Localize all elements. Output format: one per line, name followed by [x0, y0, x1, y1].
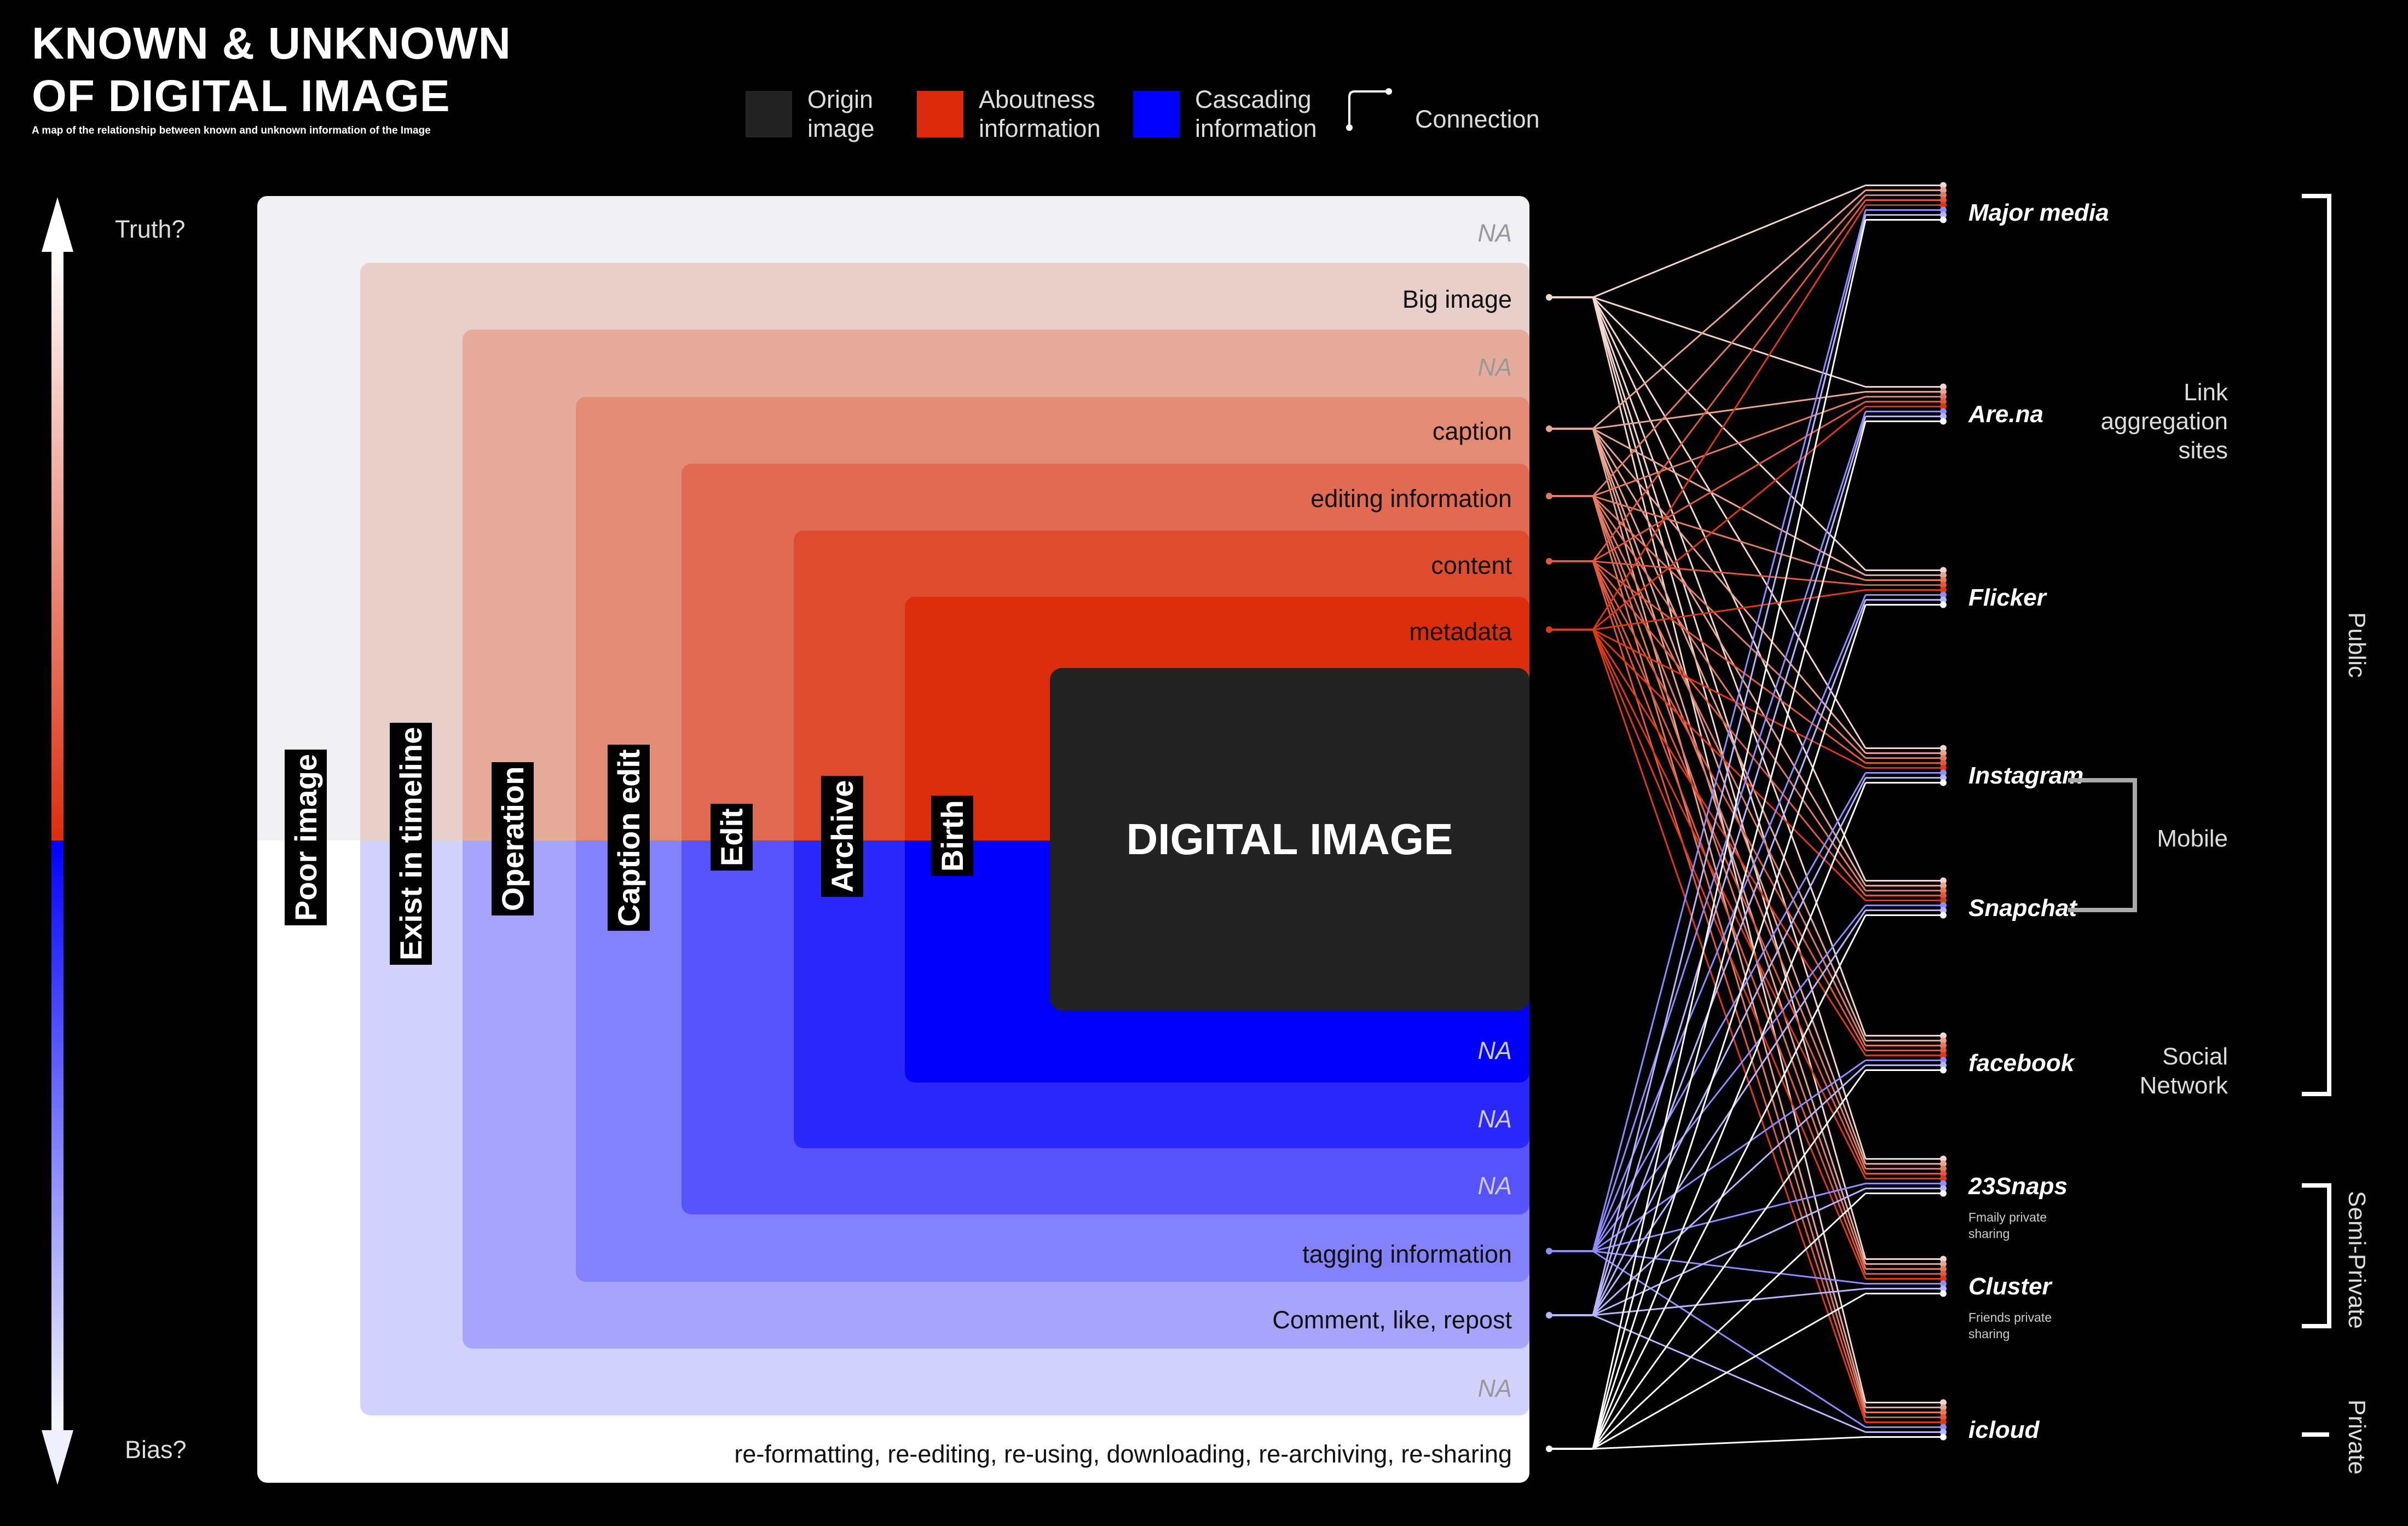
diagram-stage: KNOWN & UNKNOWN OF DIGITAL IMAGE A map o…: [0, 0, 2408, 1526]
group-brackets: [2068, 194, 2331, 1437]
